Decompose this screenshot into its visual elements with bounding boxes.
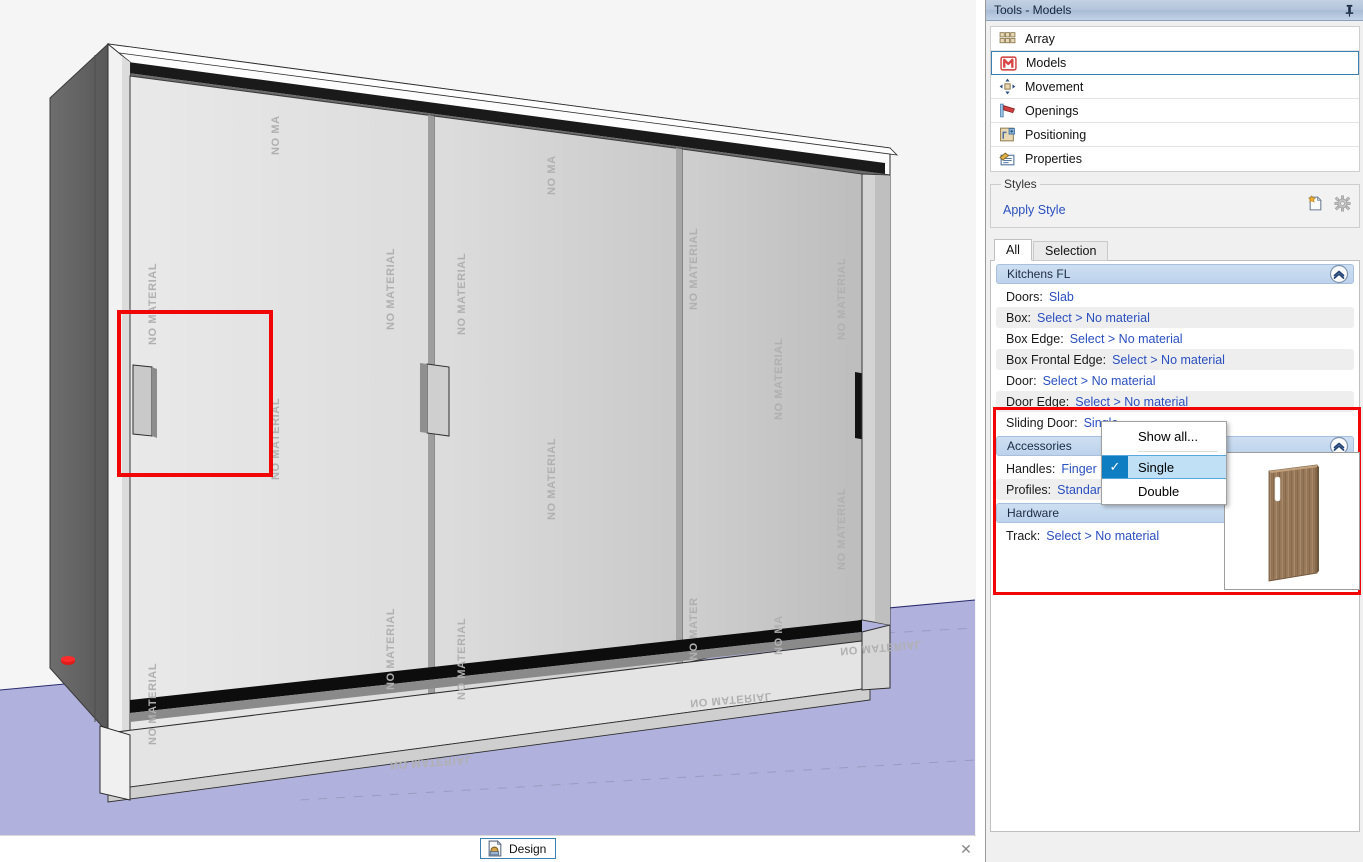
gear-icon[interactable] xyxy=(1334,195,1351,215)
tab-selection[interactable]: Selection xyxy=(1033,241,1109,261)
group-header-kitchens[interactable]: Kitchens FL xyxy=(996,264,1354,284)
styles-group-box: Styles Apply Style xyxy=(990,177,1360,228)
tool-item-openings-label: Openings xyxy=(1025,103,1079,118)
pin-glyph xyxy=(1345,4,1354,17)
prop-label-box: Box: xyxy=(1006,310,1032,325)
viewport-3d[interactable]: NO MATERIAL NO MATERIAL NO MA NO MATERIA… xyxy=(0,0,976,835)
prop-value-door-edge[interactable]: Select > No material xyxy=(1075,395,1188,409)
prop-value-box[interactable]: Select > No material xyxy=(1037,311,1150,325)
prop-value-box-frontal-edge[interactable]: Select > No material xyxy=(1112,353,1225,367)
svg-text:NO MA: NO MA xyxy=(546,155,558,195)
collapse-kitchens-button[interactable] xyxy=(1328,263,1350,285)
group-header-accessories-label: Accessories xyxy=(1007,439,1072,453)
tool-item-positioning[interactable]: Positioning xyxy=(991,123,1359,147)
prop-row-box[interactable]: Box: Select > No material xyxy=(996,307,1354,328)
prop-label-door: Door: xyxy=(1006,373,1037,388)
dropdown-item-show-all-label: Show all... xyxy=(1138,428,1198,444)
cabinet-3d-scene: NO MATERIAL NO MATERIAL NO MA NO MATERIA… xyxy=(0,0,976,835)
tool-item-array[interactable]: Array xyxy=(991,27,1359,51)
check-icon: ✓ xyxy=(1102,456,1128,478)
new-document-glyph xyxy=(1307,195,1322,211)
svg-text:NO MATERIAL: NO MATERIAL xyxy=(688,228,700,310)
prop-row-box-edge[interactable]: Box Edge: Select > No material xyxy=(996,328,1354,349)
dock-title-bar: Tools - Models xyxy=(986,0,1363,21)
styles-legend-label: Styles xyxy=(1001,177,1040,191)
close-design-tab-button[interactable]: ✕ xyxy=(958,841,974,857)
svg-text:NO MATER: NO MATER xyxy=(688,597,700,660)
prop-row-door-edge[interactable]: Door Edge: Select > No material xyxy=(996,391,1354,412)
movement-icon xyxy=(999,78,1016,95)
svg-text:NO MATERIAL: NO MATERIAL xyxy=(147,663,159,745)
design-document-icon xyxy=(488,840,502,857)
prop-value-box-edge[interactable]: Select > No material xyxy=(1070,332,1183,346)
group-header-kitchens-label: Kitchens FL xyxy=(1007,267,1071,281)
svg-text:NO MA: NO MA xyxy=(773,615,785,655)
prop-label-box-frontal-edge: Box Frontal Edge: xyxy=(1006,352,1107,367)
tool-item-movement[interactable]: Movement xyxy=(991,75,1359,99)
svg-text:NO MATERIAL: NO MATERIAL xyxy=(456,618,468,700)
svg-text:NO MATERIAL: NO MATERIAL xyxy=(385,248,397,330)
tab-selection-label: Selection xyxy=(1045,244,1097,258)
dropdown-item-single[interactable]: ✓ Single xyxy=(1102,455,1226,479)
tool-item-properties-label: Properties xyxy=(1025,152,1082,166)
prop-row-door[interactable]: Door: Select > No material xyxy=(996,370,1354,391)
tool-list: Array Models Movement Openings Positioni… xyxy=(990,26,1360,172)
styles-tabstrip: All Selection xyxy=(990,239,1360,261)
tab-design-label: Design xyxy=(509,841,547,856)
prop-label-track: Track: xyxy=(1006,528,1041,543)
group-header-hardware-label: Hardware xyxy=(1007,506,1060,520)
pin-icon[interactable] xyxy=(1341,2,1358,19)
svg-text:NO MATERIAL: NO MATERIAL xyxy=(456,253,468,335)
tab-all[interactable]: All xyxy=(994,239,1032,261)
gear-glyph xyxy=(1334,195,1351,212)
tool-item-models[interactable]: Models xyxy=(991,51,1359,75)
tab-all-label: All xyxy=(1006,243,1020,257)
svg-text:NO MATERIAL: NO MATERIAL xyxy=(836,488,848,570)
prop-label-box-edge: Box Edge: xyxy=(1006,331,1064,346)
prop-value-doors[interactable]: Slab xyxy=(1049,290,1074,304)
sliding-door-dropdown-menu[interactable]: Show all... ✓ Single Double xyxy=(1101,421,1227,505)
svg-text:NO MATERIAL: NO MATERIAL xyxy=(546,438,558,520)
dock-title-label: Tools - Models xyxy=(994,3,1072,17)
tool-item-movement-label: Movement xyxy=(1025,79,1084,94)
tool-item-array-label: Array xyxy=(1025,31,1055,46)
openings-icon xyxy=(1000,103,1015,118)
prop-label-profiles: Profiles: xyxy=(1006,482,1052,497)
tab-design[interactable]: Design xyxy=(480,838,557,859)
prop-row-doors[interactable]: Doors: Slab xyxy=(996,286,1354,307)
dropdown-item-double[interactable]: Double xyxy=(1102,479,1226,503)
prop-row-box-frontal-edge[interactable]: Box Frontal Edge: Select > No material xyxy=(996,349,1354,370)
dropdown-item-single-label: Single xyxy=(1138,459,1175,475)
svg-text:NO MATERIAL: NO MATERIAL xyxy=(385,608,397,690)
dropdown-separator xyxy=(1138,451,1218,452)
svg-text:NO MATERIAL: NO MATERIAL xyxy=(147,263,159,345)
tool-item-properties[interactable]: Properties xyxy=(991,147,1359,171)
dropdown-item-show-all[interactable]: Show all... xyxy=(1102,424,1226,448)
svg-text:NO MATERIAL: NO MATERIAL xyxy=(773,338,785,420)
svg-text:NO MA: NO MA xyxy=(270,115,282,155)
prop-value-track[interactable]: Select > No material xyxy=(1046,529,1159,543)
models-icon xyxy=(1000,55,1017,71)
prop-value-door[interactable]: Select > No material xyxy=(1043,374,1156,388)
properties-icon xyxy=(999,152,1015,165)
tool-item-positioning-label: Positioning xyxy=(1025,127,1087,142)
prop-label-doors: Doors: xyxy=(1006,289,1043,304)
apply-style-link[interactable]: Apply Style xyxy=(1003,203,1066,217)
door-preview-image xyxy=(1225,453,1357,587)
prop-label-handles: Handles: xyxy=(1006,461,1056,476)
prop-label-sliding-door: Sliding Door: xyxy=(1006,415,1078,430)
tool-item-openings[interactable]: Openings xyxy=(991,99,1359,123)
tool-item-models-label: Models xyxy=(1026,56,1067,70)
new-document-icon[interactable] xyxy=(1307,195,1324,215)
chevron-up-icon xyxy=(1329,264,1349,284)
svg-text:NO MATERIAL: NO MATERIAL xyxy=(836,258,848,340)
array-icon xyxy=(999,32,1016,44)
dropdown-item-double-label: Double xyxy=(1138,483,1180,499)
prop-label-door-edge: Door Edge: xyxy=(1006,394,1070,409)
sliding-door-preview xyxy=(1224,452,1360,590)
positioning-icon xyxy=(1000,127,1015,142)
